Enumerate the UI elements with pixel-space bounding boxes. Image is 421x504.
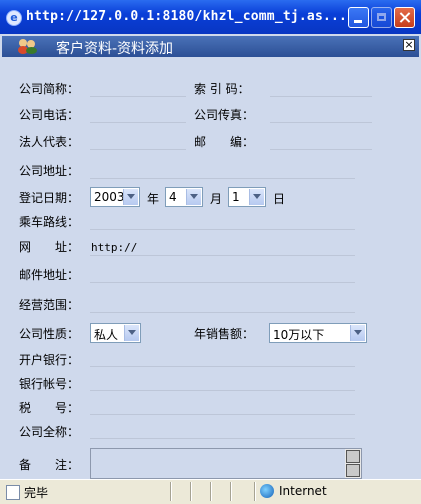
bank-account-label: 银行帐号： [19, 377, 80, 391]
page-icon [6, 485, 20, 500]
users-icon [18, 38, 38, 54]
status-divider [170, 482, 172, 501]
company-type-select[interactable]: 私人 [90, 323, 141, 343]
company-short-label: 公司简称： [19, 82, 80, 96]
month-select[interactable]: 4 [165, 187, 203, 207]
month-unit: 月 [210, 192, 223, 206]
company-phone-label: 公司电话： [19, 108, 80, 122]
full-name-label: 公司全称： [19, 425, 80, 439]
annual-sales-label: 年销售额： [194, 327, 255, 341]
bank-input[interactable] [90, 366, 355, 367]
chevron-down-icon [249, 189, 264, 205]
year-value: 2003 [94, 190, 125, 204]
website-label: 网 址： [19, 240, 80, 254]
dialog-close-button[interactable]: × [403, 39, 415, 51]
tax-input[interactable] [90, 414, 355, 415]
register-date-label: 登记日期： [19, 191, 80, 205]
dialog-title: 客户资料-资料添加 [56, 41, 174, 57]
status-divider [190, 482, 192, 501]
legal-rep-input[interactable] [90, 149, 186, 150]
ie-icon: e [6, 10, 22, 26]
globe-icon [260, 484, 274, 498]
day-unit: 日 [273, 192, 286, 206]
full-name-input[interactable] [90, 438, 355, 439]
status-text: 完毕 [24, 486, 49, 500]
annual-sales-value: 10万以下 [273, 328, 325, 342]
year-select[interactable]: 2003 [90, 187, 140, 207]
maximize-button[interactable] [371, 7, 392, 28]
day-value: 1 [232, 190, 240, 204]
business-scope-label: 经营范围： [19, 298, 80, 312]
scroll-down-button[interactable] [346, 464, 360, 477]
close-window-button[interactable] [394, 7, 415, 28]
dialog-header: 客户资料-资料添加 × [2, 36, 419, 57]
minimize-button[interactable] [348, 7, 369, 28]
window-titlebar: e http://127.0.0.1:8180/khzl_comm_tj.as.… [0, 0, 421, 34]
website-input[interactable] [90, 255, 355, 256]
status-divider [210, 482, 212, 501]
index-code-label: 索 引 码： [194, 82, 250, 96]
company-address-input[interactable] [90, 178, 355, 179]
month-value: 4 [169, 190, 177, 204]
status-divider [230, 482, 232, 501]
tax-label: 税 号： [19, 401, 80, 415]
business-scope-input[interactable] [90, 312, 355, 313]
year-unit: 年 [147, 192, 160, 206]
chevron-down-icon [123, 189, 138, 205]
mail-address-label: 邮件地址： [19, 268, 80, 282]
company-type-label: 公司性质： [19, 327, 80, 341]
chevron-down-icon [350, 325, 365, 341]
remarks-scrollbar[interactable] [345, 449, 361, 478]
chevron-down-icon [186, 189, 201, 205]
bank-account-input[interactable] [90, 390, 355, 391]
remarks-label: 备 注： [19, 458, 80, 472]
window-title: http://127.0.0.1:8180/khzl_comm_tj.as... [26, 9, 348, 24]
legal-rep-label: 法人代表： [19, 135, 80, 149]
mail-address-input[interactable] [90, 282, 355, 283]
postcode-input[interactable] [270, 149, 372, 150]
route-label: 乘车路线： [19, 215, 80, 229]
chevron-down-icon [124, 325, 139, 341]
day-select[interactable]: 1 [228, 187, 266, 207]
company-fax-input[interactable] [270, 122, 372, 123]
company-phone-input[interactable] [90, 122, 186, 123]
status-divider [254, 482, 256, 501]
company-type-value: 私人 [94, 328, 119, 342]
index-code-input[interactable] [270, 96, 372, 97]
remarks-textarea[interactable] [90, 448, 362, 479]
route-input[interactable] [90, 229, 355, 230]
annual-sales-select[interactable]: 10万以下 [269, 323, 367, 343]
bank-label: 开户银行： [19, 353, 80, 367]
company-address-label: 公司地址： [19, 164, 80, 178]
website-value: http:// [91, 241, 138, 254]
scroll-up-button[interactable] [346, 450, 360, 463]
status-bar: 完毕 Internet [0, 479, 421, 504]
security-zone: Internet [279, 484, 327, 498]
company-short-input[interactable] [90, 96, 186, 97]
postcode-label: 邮 编： [194, 135, 255, 149]
company-fax-label: 公司传真： [194, 108, 255, 122]
